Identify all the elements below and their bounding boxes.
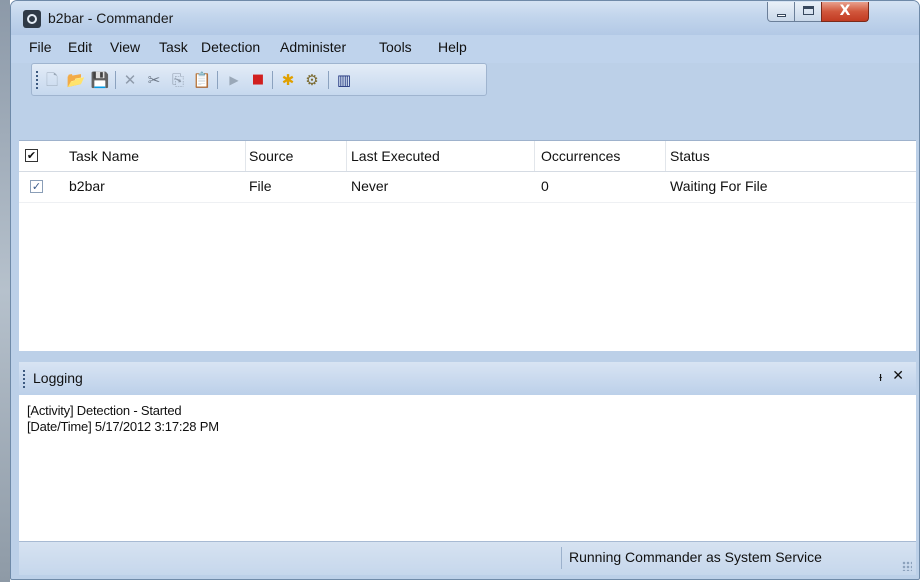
menu-view[interactable]: View <box>110 39 140 55</box>
title-bar[interactable]: b2bar - Commander X <box>11 1 919 35</box>
barcode-icon[interactable]: ▥ <box>334 70 354 90</box>
toolbar-separator <box>217 71 218 89</box>
close-button[interactable]: X <box>821 2 869 22</box>
logging-panel-header: Logging ᵼ ✕ <box>19 362 916 395</box>
properties-icon[interactable]: ⚙ <box>302 70 322 90</box>
task-checkbox[interactable]: ✓ <box>30 180 43 193</box>
logging-title: Logging <box>33 370 83 386</box>
close-panel-icon[interactable]: ✕ <box>892 368 904 384</box>
menu-bar: File Edit View Task Detection Administer… <box>11 35 919 63</box>
minimize-icon <box>777 14 786 17</box>
task-status: Waiting For File <box>670 178 768 194</box>
stop-icon[interactable]: ■ <box>248 70 268 90</box>
task-last-executed: Never <box>351 178 389 194</box>
column-task-name[interactable]: Task Name <box>69 148 139 164</box>
task-list: ✔ Task Name Source Last Executed Occurre… <box>19 140 916 351</box>
status-text: Running Commander as System Service <box>569 549 822 565</box>
menu-help[interactable]: Help <box>438 39 467 55</box>
save-icon[interactable]: 💾 <box>90 70 110 90</box>
toolbar-grip[interactable] <box>36 71 38 89</box>
open-icon[interactable]: 📂 <box>66 70 86 90</box>
column-divider[interactable] <box>665 141 666 171</box>
menu-task[interactable]: Task <box>159 39 188 55</box>
column-source[interactable]: Source <box>249 148 293 164</box>
menu-tools[interactable]: Tools <box>379 39 412 55</box>
copy-icon[interactable]: ⎘ <box>168 70 188 90</box>
table-row[interactable]: ✓ b2bar File Never 0 Waiting For File <box>19 172 916 203</box>
column-divider[interactable] <box>534 141 535 171</box>
status-divider <box>561 547 562 569</box>
window-title: b2bar - Commander <box>48 10 174 26</box>
select-all-checkbox[interactable]: ✔ <box>25 149 38 162</box>
task-name: b2bar <box>69 178 105 194</box>
status-bar: Running Commander as System Service <box>19 541 916 575</box>
task-list-header: ✔ Task Name Source Last Executed Occurre… <box>19 141 916 172</box>
task-source: File <box>249 178 272 194</box>
toolbar-separator <box>115 71 116 89</box>
delete-icon[interactable]: ✕ <box>120 70 140 90</box>
run-icon[interactable]: ▶ <box>224 70 244 90</box>
column-last-executed[interactable]: Last Executed <box>351 148 440 164</box>
menu-administer[interactable]: Administer <box>280 39 346 55</box>
logging-output[interactable]: [Activity] Detection - Started [Date/Tim… <box>19 395 916 541</box>
minimize-button[interactable] <box>767 2 795 22</box>
cut-icon[interactable]: ✂ <box>144 70 164 90</box>
column-divider[interactable] <box>346 141 347 171</box>
menu-edit[interactable]: Edit <box>68 39 92 55</box>
pin-icon[interactable]: ᵼ <box>879 369 882 385</box>
detect-icon[interactable]: ✱ <box>278 70 298 90</box>
app-icon[interactable] <box>23 10 41 28</box>
menu-detection[interactable]: Detection <box>201 39 260 55</box>
maximize-button[interactable] <box>794 2 822 22</box>
commander-window: b2bar - Commander X File Edit View Task … <box>10 0 920 580</box>
resize-grip-icon[interactable] <box>902 561 912 571</box>
toolbar-separator <box>272 71 273 89</box>
panel-grip[interactable] <box>23 370 25 388</box>
maximize-icon <box>803 6 814 15</box>
toolbar-separator <box>328 71 329 89</box>
column-status[interactable]: Status <box>670 148 710 164</box>
new-icon[interactable]: 🗋 <box>42 70 62 90</box>
task-occurrences: 0 <box>541 178 549 194</box>
log-line: [Activity] Detection - Started <box>27 403 182 418</box>
menu-file[interactable]: File <box>29 39 52 55</box>
toolbar: 🗋 📂 💾 ✕ ✂ ⎘ 📋 ▶ ■ ✱ ⚙ ▥ <box>31 63 487 96</box>
close-icon: X <box>839 3 851 19</box>
log-line: [Date/Time] 5/17/2012 3:17:28 PM <box>27 419 219 434</box>
desktop-edge <box>0 0 10 582</box>
column-divider[interactable] <box>245 141 246 171</box>
column-occurrences[interactable]: Occurrences <box>541 148 620 164</box>
paste-icon[interactable]: 📋 <box>192 70 212 90</box>
